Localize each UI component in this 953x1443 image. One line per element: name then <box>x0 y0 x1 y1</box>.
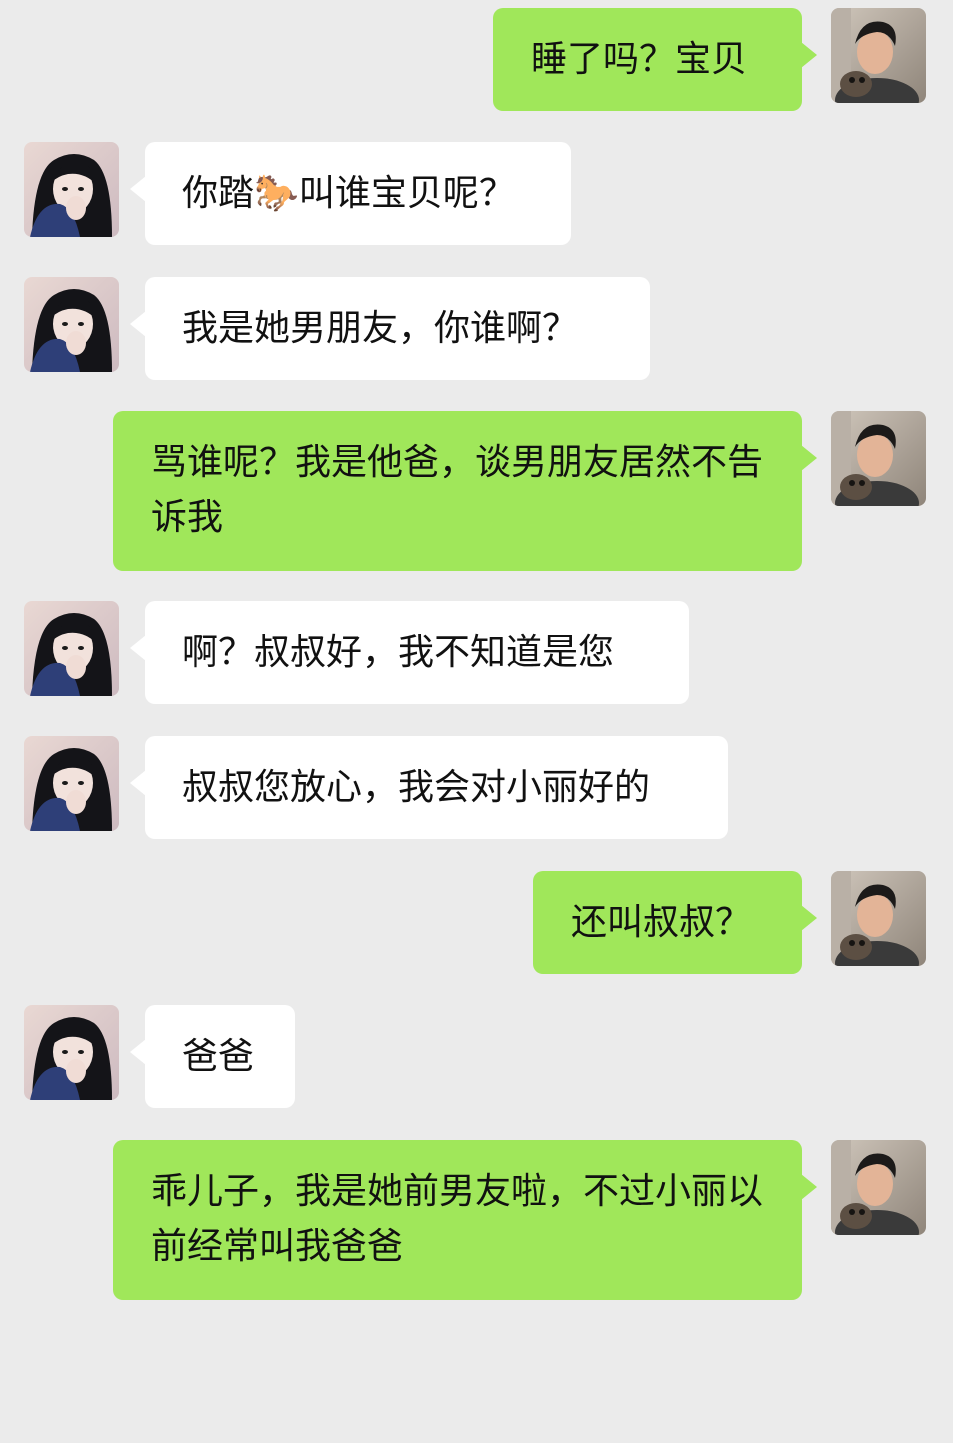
bubble-tail <box>801 1174 817 1200</box>
bubble-tail <box>801 42 817 68</box>
message-text: 叔叔您放心，我会对小丽好的 <box>182 767 651 808</box>
avatar-icon <box>831 871 926 966</box>
bubble-tail <box>130 311 146 337</box>
message-bubble[interactable]: 爸爸 <box>130 1005 295 1108</box>
avatar[interactable] <box>831 8 926 103</box>
avatar[interactable] <box>831 1140 926 1235</box>
avatar-icon <box>24 601 119 696</box>
bubble-tail <box>130 1039 146 1065</box>
message-bubble[interactable]: 你踏🐎叫谁宝贝呢？ <box>130 142 571 245</box>
message-text: 睡了吗？宝贝 <box>531 39 748 80</box>
bubble-tail <box>130 770 146 796</box>
message-text: 乖儿子，我是她前男友啦，不过小丽以前经常叫我爸爸 <box>151 1171 764 1267</box>
message-bubble[interactable]: 乖儿子，我是她前男友啦，不过小丽以前经常叫我爸爸 <box>113 1140 817 1300</box>
message-text: 还叫叔叔？ <box>571 902 752 943</box>
message-bubble[interactable]: 叔叔您放心，我会对小丽好的 <box>130 736 728 839</box>
message-bubble[interactable]: 还叫叔叔？ <box>533 871 817 974</box>
message-text: 啊？叔叔好，我不知道是您 <box>182 632 615 673</box>
avatar-icon <box>24 142 119 237</box>
avatar-icon <box>831 411 926 506</box>
message-bubble[interactable]: 我是她男朋友，你谁啊？ <box>130 277 650 380</box>
message-bubble[interactable]: 啊？叔叔好，我不知道是您 <box>130 601 689 704</box>
message-bubble[interactable]: 骂谁呢？我是他爸，谈男朋友居然不告诉我 <box>113 411 817 571</box>
avatar-icon <box>24 736 119 831</box>
message-bubble[interactable]: 睡了吗？宝贝 <box>493 8 817 111</box>
message-text: 骂谁呢？我是他爸，谈男朋友居然不告诉我 <box>151 442 764 538</box>
chat-window: 睡了吗？宝贝 你踏🐎叫谁宝贝呢？ 我是她男朋友，你谁啊？ 骂谁呢？我是他爸，谈男… <box>0 0 953 1443</box>
bubble-tail <box>130 176 146 202</box>
message-text: 你踏🐎叫谁宝贝呢？ <box>182 173 515 214</box>
avatar[interactable] <box>24 142 119 237</box>
avatar[interactable] <box>24 736 119 831</box>
avatar[interactable] <box>24 1005 119 1100</box>
bubble-tail <box>801 905 817 931</box>
avatar[interactable] <box>831 411 926 506</box>
bubble-tail <box>130 635 146 661</box>
avatar-icon <box>24 1005 119 1100</box>
avatar[interactable] <box>831 871 926 966</box>
message-text: 我是她男朋友，你谁啊？ <box>182 308 579 349</box>
avatar-icon <box>24 277 119 372</box>
bubble-tail <box>801 445 817 471</box>
avatar-icon <box>831 1140 926 1235</box>
avatar[interactable] <box>24 601 119 696</box>
avatar-icon <box>831 8 926 103</box>
avatar[interactable] <box>24 277 119 372</box>
message-text: 爸爸 <box>182 1036 255 1077</box>
